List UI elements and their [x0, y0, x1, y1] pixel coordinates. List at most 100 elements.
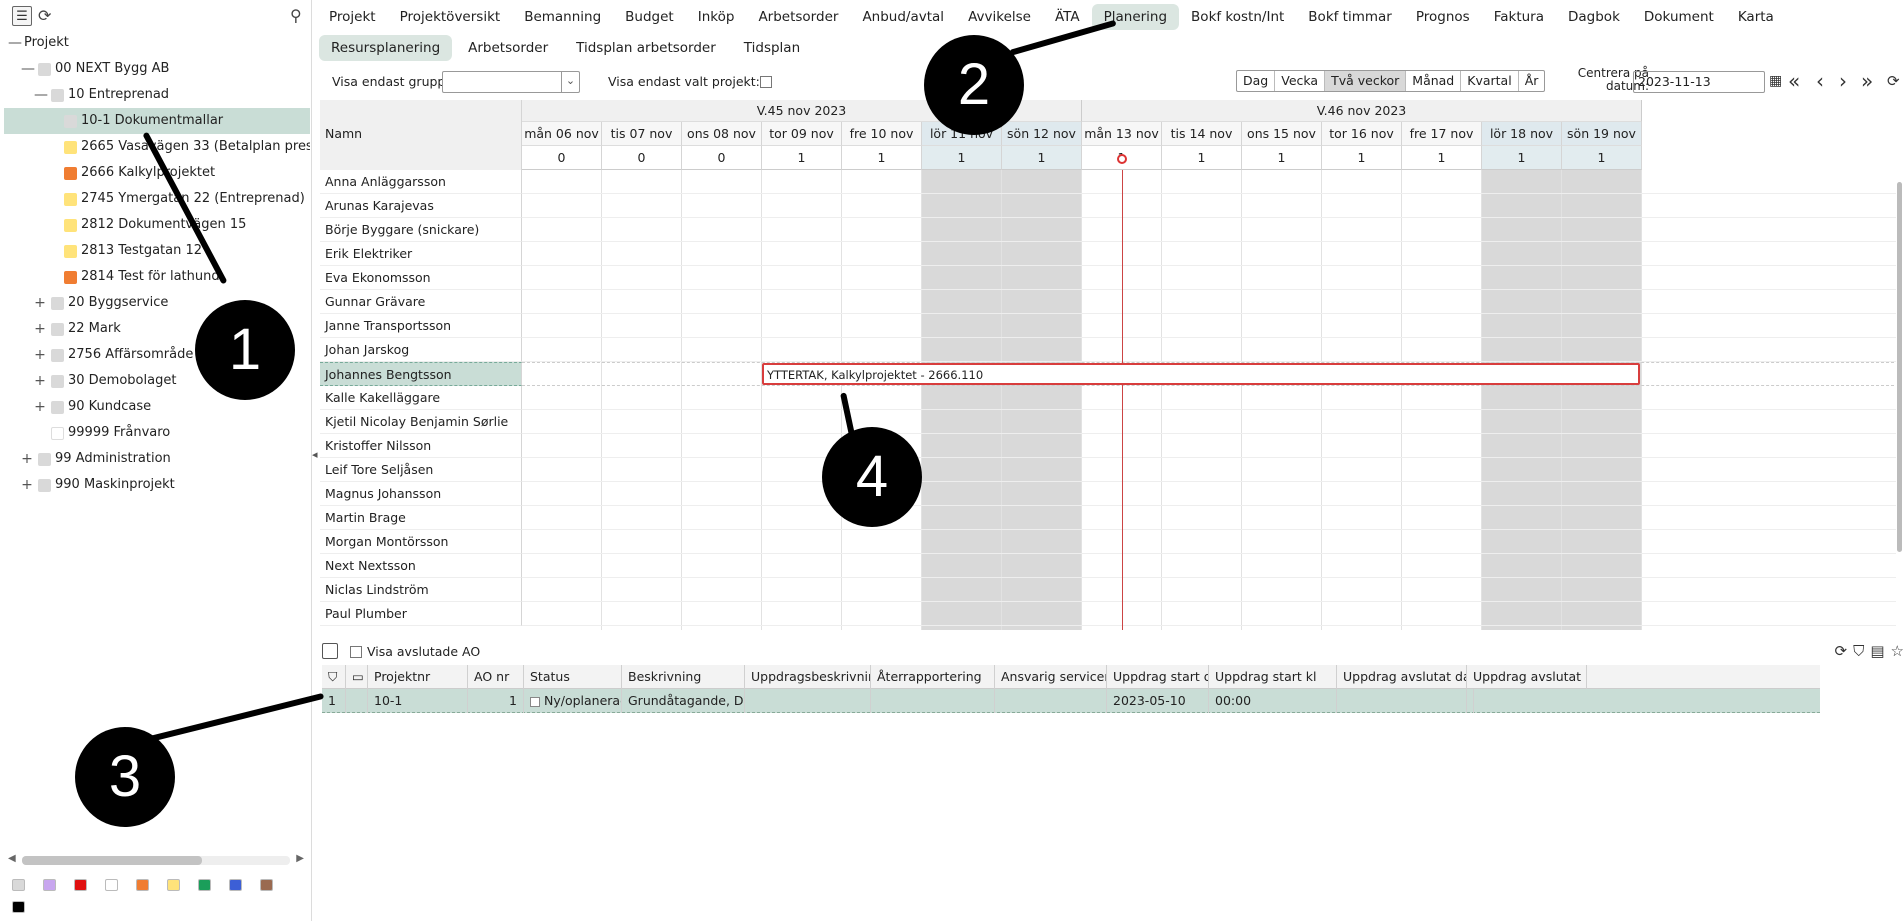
filter-icon[interactable]: ⛉ [1853, 642, 1864, 660]
tab-projekt[interactable]: Projekt [317, 4, 388, 30]
columns-icon[interactable]: ▤ [1870, 642, 1884, 660]
column-header-uppdragsbeskrivning[interactable]: Uppdragsbeskrivning [745, 665, 871, 689]
resource-name[interactable]: Janne Transportsson [320, 314, 522, 338]
resource-name[interactable]: Eva Ekonomsson [320, 266, 522, 290]
resource-name[interactable]: Erik Elektriker [320, 242, 522, 266]
expand-icon[interactable]: + [34, 342, 46, 368]
tree-view-icon[interactable]: ☰ [12, 6, 32, 26]
tab-avvikelse[interactable]: Avvikelse [956, 4, 1043, 30]
resource-name[interactable]: Börje Byggare (snickare) [320, 218, 522, 242]
tree-node[interactable]: 2745 Ymergatan 22 (Entreprenad) [4, 186, 310, 212]
previous-icon[interactable]: ‹ [1816, 70, 1824, 92]
tab-arbetsorder[interactable]: Arbetsorder [746, 4, 850, 30]
tree-node[interactable]: 99999 Frånvaro [4, 420, 310, 446]
resource-row[interactable] [522, 530, 1904, 554]
tab-dokument[interactable]: Dokument [1632, 4, 1726, 30]
subtab-tidsplan-arbetsorder[interactable]: Tidsplan arbetsorder [564, 35, 728, 61]
resource-row[interactable] [522, 314, 1904, 338]
tree-node[interactable]: 2666 Kalkylprojektet [4, 160, 310, 186]
column-header-uppdrag-start-datum[interactable]: Uppdrag start datum [1107, 665, 1209, 689]
collapse-icon[interactable]: — [34, 82, 48, 108]
chevron-down-icon[interactable]: ⌄ [561, 72, 579, 92]
resource-name[interactable]: Magnus Johansson [320, 482, 522, 506]
column-header-aterrapportering[interactable]: Återrapportering [871, 665, 995, 689]
search-icon[interactable]: ⚲ [290, 6, 302, 25]
scroll-left-icon[interactable]: ◀ [8, 853, 16, 864]
resource-row[interactable] [522, 386, 1904, 410]
scroll-thumb[interactable] [1897, 182, 1902, 552]
color-swatch[interactable] [105, 879, 118, 891]
subtab-resursplanering[interactable]: Resursplanering [319, 35, 453, 61]
resource-row[interactable] [522, 290, 1904, 314]
star-icon[interactable]: ☆ [1891, 642, 1904, 660]
resource-name[interactable]: Kalle Kakelläggare [320, 386, 522, 410]
resource-row[interactable] [522, 410, 1904, 434]
expand-icon[interactable]: + [21, 472, 33, 498]
tree-node[interactable]: — 10 Entreprenad [4, 82, 310, 108]
column-header-status[interactable]: Status [524, 665, 622, 689]
resource-name[interactable]: Martin Brage [320, 506, 522, 530]
color-swatch[interactable] [12, 879, 25, 891]
view-manad-button[interactable]: Månad [1406, 71, 1462, 91]
resource-row[interactable] [522, 218, 1904, 242]
show-closed-checkbox[interactable] [350, 646, 362, 658]
resource-row[interactable] [522, 338, 1904, 362]
note-icon[interactable]: ▭ [346, 665, 368, 689]
tab-budget[interactable]: Budget [613, 4, 686, 30]
resource-row[interactable] [522, 554, 1904, 578]
cell-ao-nr[interactable]: 1 [468, 689, 524, 713]
resource-row[interactable] [522, 458, 1904, 482]
tab-bokf-timmar[interactable]: Bokf timmar [1296, 4, 1404, 30]
expand-icon[interactable]: + [34, 290, 46, 316]
expand-icon[interactable]: + [34, 394, 46, 420]
cell-uppdragsbeskrivning[interactable] [745, 689, 871, 713]
gantt-vertical-scrollbar[interactable] [1896, 170, 1904, 630]
color-swatch[interactable] [167, 879, 180, 891]
view-kvartal-button[interactable]: Kvartal [1461, 71, 1519, 91]
resource-name[interactable]: Leif Tore Seljåsen [320, 458, 522, 482]
resource-row[interactable] [522, 170, 1904, 194]
subtab-arbetsorder[interactable]: Arbetsorder [456, 35, 560, 61]
expand-icon[interactable]: + [34, 368, 46, 394]
resource-row[interactable] [522, 506, 1904, 530]
cell-beskrivning[interactable]: Grundåtagande, Doku... [622, 689, 745, 713]
view-ar-button[interactable]: År [1519, 71, 1545, 91]
resource-name[interactable]: Kjetil Nicolay Benjamin Sørlie [320, 410, 522, 434]
table-row[interactable]: 110-11Ny/oplaneradGrundåtagande, Doku...… [322, 689, 1820, 713]
tree-node[interactable]: +90 Kundcase [4, 394, 310, 420]
collapse-icon[interactable]: — [8, 30, 22, 56]
resource-row[interactable] [522, 434, 1904, 458]
resource-row[interactable] [522, 602, 1904, 626]
scroll-right-icon[interactable]: ▶ [296, 853, 304, 864]
resource-name[interactable]: Johan Jarskog [320, 338, 522, 362]
cell-start-kl[interactable]: 00:00 [1209, 689, 1337, 713]
column-header-ansvarig-serviceman[interactable]: Ansvarig serviceman [995, 665, 1107, 689]
cell-start-datum[interactable]: 2023-05-10 [1107, 689, 1209, 713]
tab-anbud-avtal[interactable]: Anbud/avtal [850, 4, 956, 30]
resource-row[interactable] [522, 482, 1904, 506]
filter-icon[interactable]: ⛉ [322, 665, 346, 689]
tab-bemanning[interactable]: Bemanning [512, 4, 613, 30]
tree-node[interactable]: 2812 Dokumentvägen 15 [4, 212, 310, 238]
expand-icon[interactable]: + [21, 446, 33, 472]
group-filter-select[interactable]: ⌄ [442, 71, 580, 93]
center-date-input[interactable]: 2023-11-13 [1633, 71, 1765, 93]
resource-name[interactable]: Niclas Lindström [320, 578, 522, 602]
tree-node[interactable]: 10-1 Dokumentmallar [4, 108, 310, 134]
tree-node[interactable]: — Projekt [4, 30, 310, 56]
view-dag-button[interactable]: Dag [1237, 71, 1276, 91]
view-vecka-button[interactable]: Vecka [1275, 71, 1326, 91]
refresh-icon[interactable]: ⟳ [1835, 642, 1848, 660]
color-swatch[interactable] [43, 879, 56, 891]
tab-prognos[interactable]: Prognos [1404, 4, 1482, 30]
column-header-projektnr[interactable]: Projektnr [368, 665, 468, 689]
resource-name[interactable]: Anna Anläggarsson [320, 170, 522, 194]
project-filter-checkbox[interactable] [760, 76, 772, 88]
expand-icon[interactable]: + [34, 316, 46, 342]
tree-node[interactable]: — 00 NEXT Bygg AB [4, 56, 310, 82]
scroll-thumb[interactable] [22, 856, 202, 865]
view-tva-veckor-button[interactable]: Två veckor [1325, 71, 1407, 91]
resource-name[interactable]: Arunas Karajevas [320, 194, 522, 218]
booking-bar[interactable]: YTTERTAK, Kalkylprojektet - 2666.110 [762, 363, 1640, 385]
resource-name[interactable]: Next Nextsson [320, 554, 522, 578]
